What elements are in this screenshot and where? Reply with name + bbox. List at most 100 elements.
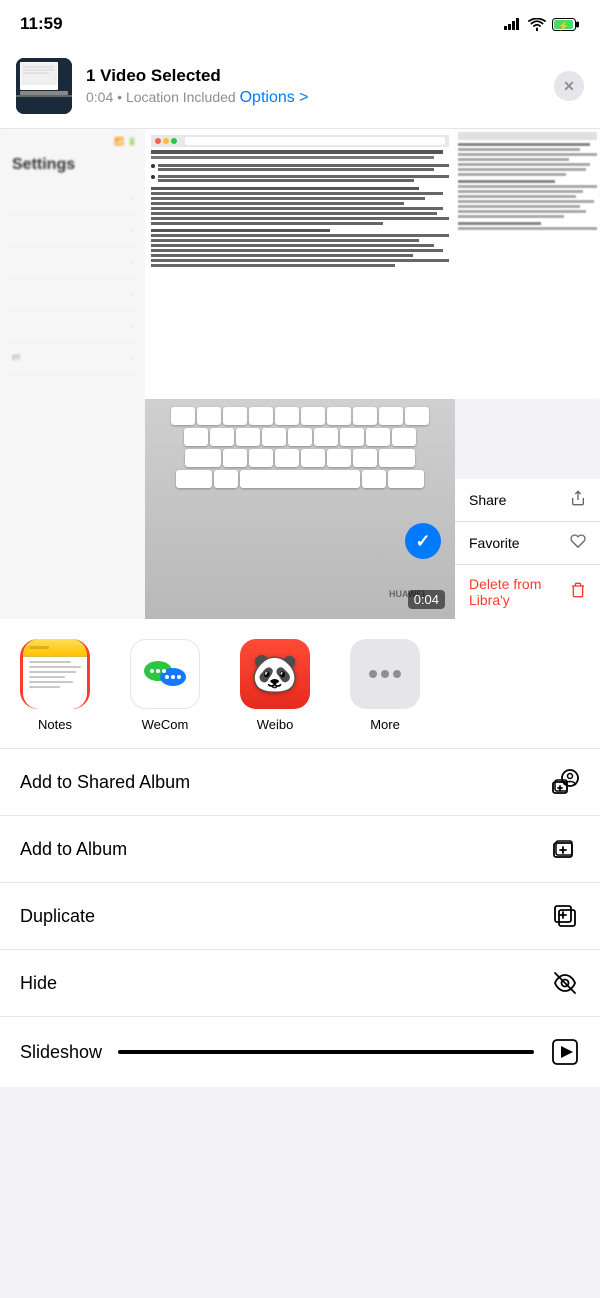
keyboard-row-2: [149, 428, 451, 446]
action-add-shared-album[interactable]: Add to Shared Album: [0, 749, 600, 816]
key: [353, 407, 377, 425]
apps-row: Notes: [0, 619, 600, 749]
selection-checkmark: ✓: [405, 523, 441, 559]
battery-icon: ⚡: [552, 18, 580, 31]
right-doc-text: [458, 143, 597, 230]
key: [405, 407, 429, 425]
duplicate-label: Duplicate: [20, 906, 95, 927]
main-video-preview[interactable]: HUAWEI ✓ 0:04: [145, 129, 455, 619]
notes-label: Notes: [38, 717, 72, 732]
key: [223, 449, 247, 467]
share-thumbnail: [16, 58, 72, 114]
more-label: More: [370, 717, 400, 732]
key: [210, 428, 234, 446]
key: [301, 407, 325, 425]
key-space: [240, 470, 360, 488]
share-location: Location Included: [126, 89, 236, 105]
action-add-album[interactable]: Add to Album: [0, 816, 600, 883]
status-icons: ⚡: [504, 18, 580, 31]
share-separator: •: [117, 89, 126, 105]
sidebar-item-3: ›: [8, 246, 137, 278]
video-keyboard: HUAWEI: [145, 399, 455, 620]
context-menu-favorite[interactable]: Favorite: [455, 522, 600, 565]
key-shift: [185, 449, 221, 467]
share-options-button[interactable]: Options >: [240, 89, 309, 106]
app-item-weibo[interactable]: 🐼 Weibo: [220, 635, 330, 736]
trash-icon: [570, 582, 586, 602]
notes-line: [29, 671, 76, 673]
keyboard-row-3: [149, 449, 451, 467]
key: [184, 428, 208, 446]
video-duration: 0:04: [408, 590, 445, 609]
svg-text:⚡: ⚡: [558, 20, 569, 31]
shared-album-icon: [550, 767, 580, 797]
key: [214, 470, 238, 488]
share-duration: 0:04: [86, 89, 113, 105]
key: [249, 407, 273, 425]
more-dot-2: [381, 670, 389, 678]
keyboard-row-1: [149, 407, 451, 425]
keyboard-row-4: [149, 470, 451, 488]
duplicate-icon: [550, 901, 580, 931]
notes-icon-lines: [23, 657, 87, 709]
slideshow-progress-bar: [118, 1050, 534, 1054]
key: [288, 428, 312, 446]
context-menu-share[interactable]: Share: [455, 479, 600, 522]
key: [275, 407, 299, 425]
notes-icon-header: [23, 639, 87, 657]
weibo-label: Weibo: [257, 717, 294, 732]
key: [301, 449, 325, 467]
more-dot-1: [369, 670, 377, 678]
key: [197, 407, 221, 425]
close-button[interactable]: ✕: [554, 71, 584, 101]
right-panel-doc: [455, 129, 600, 399]
share-icon: [570, 490, 586, 510]
more-dot-3: [393, 670, 401, 678]
sidebar-status-icons: 📶 🔋: [8, 137, 137, 146]
context-menu: Share Favorite Delete from Libra'y: [455, 479, 600, 619]
notes-line: [29, 686, 60, 688]
key: [353, 449, 377, 467]
action-hide[interactable]: Hide: [0, 950, 600, 1016]
key: [379, 407, 403, 425]
app-item-wecom[interactable]: WeCom: [110, 635, 220, 736]
hide-icon: [550, 968, 580, 998]
key: [340, 428, 364, 446]
close-icon: ✕: [563, 78, 575, 95]
key: [327, 449, 351, 467]
action-duplicate[interactable]: Duplicate: [0, 883, 600, 950]
app-item-more[interactable]: More: [330, 635, 440, 736]
share-info: 1 Video Selected 0:04 • Location Include…: [86, 65, 540, 107]
video-doc-content: [145, 129, 455, 399]
key: [392, 428, 416, 446]
checkmark-icon: ✓: [415, 531, 430, 552]
wifi-icon: [528, 18, 546, 31]
key: [366, 428, 390, 446]
signal-icon: [504, 18, 522, 30]
sidebar-item-2: ›: [8, 214, 137, 246]
add-shared-album-label: Add to Shared Album: [20, 772, 190, 793]
share-title: 1 Video Selected: [86, 65, 540, 87]
key: [314, 428, 338, 446]
more-icon: [350, 639, 420, 709]
share-header: 1 Video Selected 0:04 • Location Include…: [0, 44, 600, 129]
key: [327, 407, 351, 425]
context-menu-delete[interactable]: Delete from Libra'y: [455, 565, 600, 619]
notes-icon: [23, 639, 87, 709]
weibo-icon-wrap: 🐼: [240, 639, 310, 709]
more-icon-wrap: [350, 639, 420, 709]
key-ctrl: [176, 470, 212, 488]
context-menu-favorite-label: Favorite: [469, 535, 520, 551]
slideshow-item[interactable]: Slideshow: [0, 1016, 600, 1087]
doc-text-area: [151, 150, 449, 267]
photo-preview-area: 📶 🔋 Settings › › › › ›: [0, 129, 600, 619]
app-item-notes[interactable]: Notes: [0, 635, 110, 736]
wecom-label: WeCom: [142, 717, 189, 732]
sidebar-item-6: er ›: [8, 342, 137, 374]
context-menu-share-label: Share: [469, 492, 506, 508]
key: [275, 449, 299, 467]
thumbnail-image: [16, 58, 72, 114]
video-frame: HUAWEI ✓ 0:04: [145, 129, 455, 619]
key: [171, 407, 195, 425]
play-icon: [550, 1037, 580, 1067]
